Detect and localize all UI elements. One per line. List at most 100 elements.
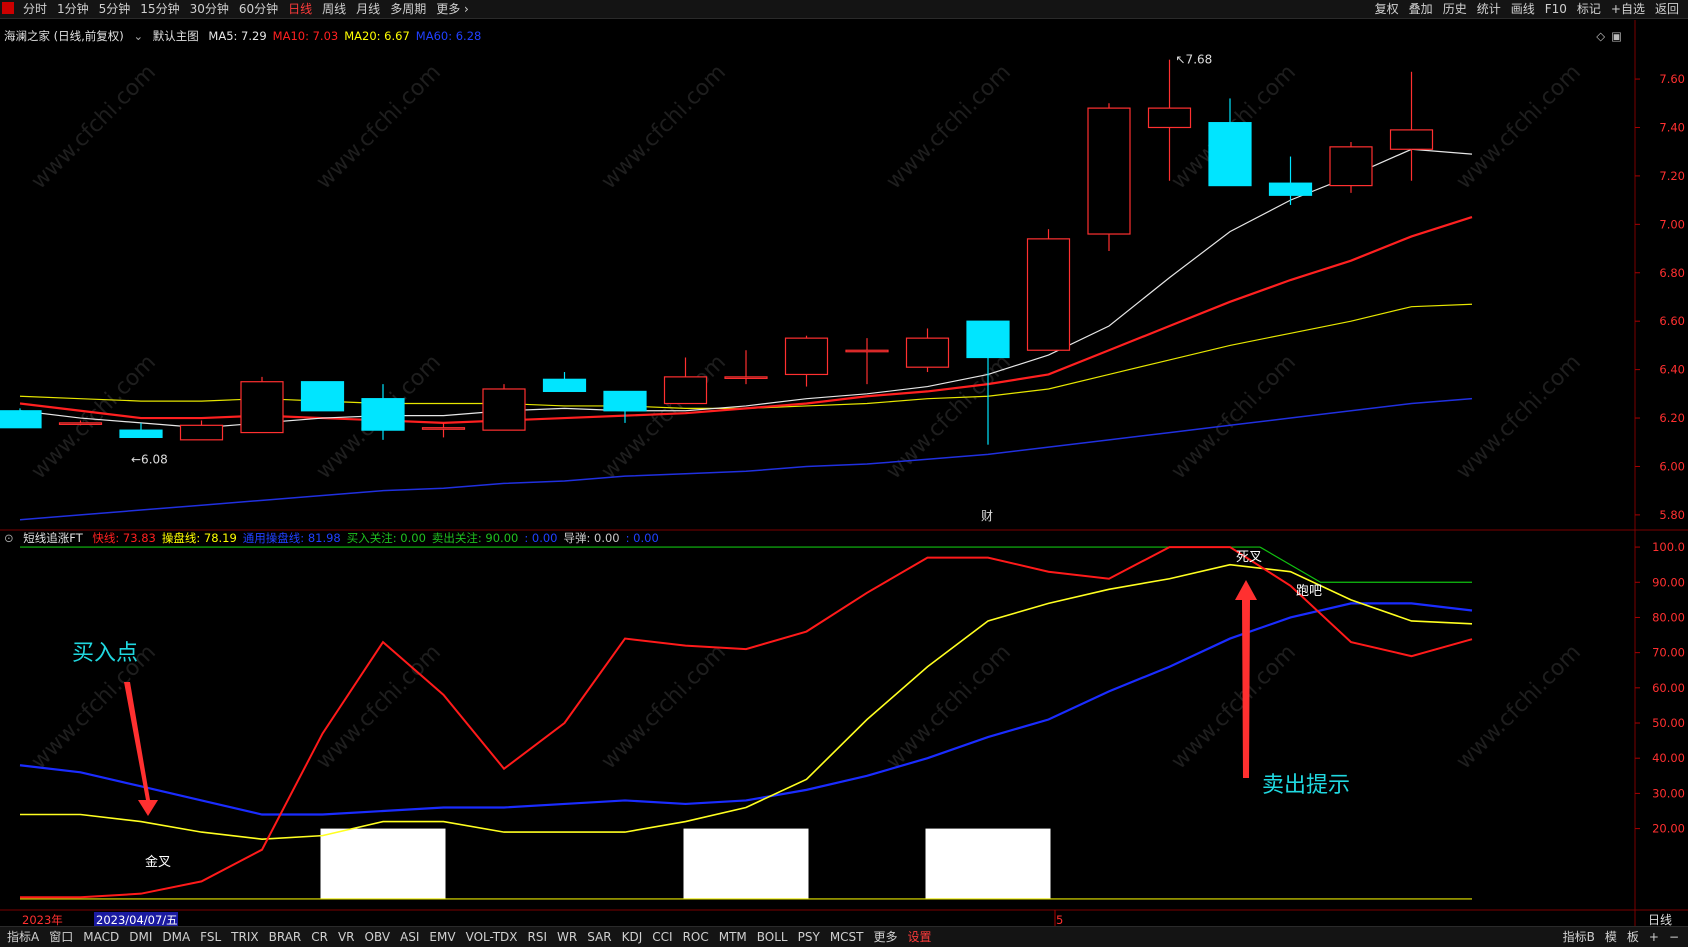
ma-lines: [19, 148, 1473, 521]
bottom-right-tab-3[interactable]: +: [1644, 928, 1664, 946]
candle[interactable]: [240, 376, 284, 434]
candles: [0, 59, 1434, 445]
candle[interactable]: [603, 390, 647, 423]
signal-block: [683, 828, 809, 899]
indicator-tab-18[interactable]: ROC: [678, 928, 714, 946]
price-tick-label: 5.80: [1659, 508, 1685, 522]
period-label: 日线: [1648, 913, 1672, 927]
indicator-tab-21[interactable]: PSY: [793, 928, 825, 946]
price-tick-label: 6.20: [1659, 411, 1685, 425]
indicator-tab-13[interactable]: RSI: [523, 928, 553, 946]
indicator-a-tab[interactable]: 指标A: [2, 928, 44, 946]
candle[interactable]: [1389, 71, 1434, 181]
candle[interactable]: [542, 372, 587, 393]
watermark-text: www.cfchi.com: [1452, 60, 1586, 194]
candle[interactable]: [1329, 142, 1373, 193]
indicator-tab-11[interactable]: EMV: [424, 928, 460, 946]
bottom-right-tab-4[interactable]: −: [1664, 928, 1684, 946]
month-label: 5: [1056, 913, 1063, 927]
general-trade-line: [19, 602, 1473, 816]
year-label: 2023年: [22, 913, 63, 927]
indicator-tab-7[interactable]: CR: [306, 928, 333, 946]
candle-body: [0, 410, 42, 429]
candle[interactable]: [119, 422, 163, 439]
indicator-tick-label: 100.0: [1652, 540, 1685, 554]
cursor-date-label: 2023/04/07/五: [96, 913, 178, 927]
candle[interactable]: [179, 420, 224, 441]
watermark-text: www.cfchi.com: [1452, 640, 1586, 774]
watermark-text: www.cfchi.com: [1452, 350, 1586, 484]
bottom-right-tab-1[interactable]: 模: [1600, 928, 1622, 946]
indicator-tick-label: 60.00: [1652, 681, 1685, 695]
candle-body: [966, 320, 1010, 359]
candle[interactable]: [1026, 229, 1071, 351]
candle[interactable]: [724, 350, 768, 385]
candle[interactable]: [1268, 156, 1313, 205]
candle[interactable]: [482, 384, 526, 431]
candle-body: [179, 424, 224, 441]
indicator-tab-20[interactable]: BOLL: [752, 928, 793, 946]
indicator-tab-8[interactable]: VR: [333, 928, 360, 946]
indicator-tab-10[interactable]: ASI: [395, 928, 424, 946]
signal-block: [320, 828, 446, 899]
death-cross-label: 死叉: [1236, 550, 1262, 565]
indicator-tab-12[interactable]: VOL-TDX: [461, 928, 523, 946]
bottom-toolbar: 指标A 窗口 MACD DMI DMA FSL TRIX BRAR CR VR OBV ASI EMV V…: [0, 926, 1688, 947]
indicator-tab-23[interactable]: 更多: [869, 928, 903, 946]
indicator-tab-1[interactable]: MACD: [78, 928, 124, 946]
buy-arrow-icon: [124, 682, 158, 816]
indicator-tab-5[interactable]: TRIX: [226, 928, 263, 946]
price-axis: 7.60 7.40 7.20 7.00 6.80 6.60 6.40 6.20 6.00 5.80: [1635, 72, 1685, 522]
price-tick-label: 6.80: [1659, 266, 1685, 280]
indicator-tab-2[interactable]: DMI: [124, 928, 157, 946]
indicator-tab-4[interactable]: FSL: [195, 928, 226, 946]
candle-body: [784, 337, 829, 376]
bottom-right-tab-2[interactable]: 板: [1622, 928, 1644, 946]
price-tick-label: 7.40: [1659, 120, 1685, 134]
candle[interactable]: [905, 328, 950, 373]
indicator-tab-9[interactable]: OBV: [360, 928, 396, 946]
watermark-text: www.cfchi.com: [597, 350, 731, 484]
indicator-tab-17[interactable]: CCI: [647, 928, 677, 946]
indicator-tab-15[interactable]: SAR: [582, 928, 616, 946]
indicator-tab-16[interactable]: KDJ: [617, 928, 648, 946]
finance-event-marker[interactable]: 财: [981, 509, 993, 523]
indicator-axis: 100.0 90.00 80.00 70.00 60.00 50.00 40.00 30.00…: [1635, 540, 1685, 836]
candle[interactable]: [300, 381, 345, 412]
chart-canvas[interactable]: www.cfchi.com www.cfchi.com www.cfchi.com w…: [0, 0, 1688, 946]
indicator-tick-label: 30.00: [1652, 786, 1685, 800]
candle[interactable]: [845, 338, 889, 385]
candle-body: [724, 376, 768, 379]
indicator-tick-label: 20.00: [1652, 822, 1685, 836]
price-tick-label: 7.00: [1659, 217, 1685, 231]
watermark-text: www.cfchi.com: [882, 640, 1016, 774]
candle[interactable]: [421, 422, 466, 438]
indicator-tab-19[interactable]: MTM: [714, 928, 752, 946]
indicator-tab-22[interactable]: MCST: [825, 928, 869, 946]
candle[interactable]: [1087, 103, 1131, 251]
indicator-tick-label: 70.00: [1652, 646, 1685, 660]
candle-body: [1389, 129, 1434, 150]
indicator-tick-label: 90.00: [1652, 575, 1685, 589]
high-price-label: ↖7.68: [1176, 53, 1213, 67]
candle-body: [58, 422, 103, 425]
candle[interactable]: [0, 408, 42, 429]
watermark-text: www.cfchi.com: [312, 60, 446, 194]
indicator-tab-14[interactable]: WR: [552, 928, 582, 946]
golden-cross-label: 金叉: [145, 854, 171, 870]
indicator-tab-3[interactable]: DMA: [157, 928, 195, 946]
candle-body: [1026, 238, 1071, 351]
bottom-right-tab-0[interactable]: 指标B: [1558, 928, 1600, 946]
indicator-tab-24[interactable]: 设置: [903, 928, 937, 946]
sell-hint-label: 卖出提示: [1262, 773, 1350, 798]
candle-body: [300, 381, 345, 412]
indicator-tick-label: 80.00: [1652, 610, 1685, 624]
candle-body: [482, 388, 526, 431]
indicator-tab-0[interactable]: 窗口: [44, 928, 78, 946]
candle-body: [1087, 107, 1131, 235]
price-tick-label: 7.60: [1659, 72, 1685, 86]
indicator-tab-6[interactable]: BRAR: [264, 928, 307, 946]
sell-watch-line: [1259, 546, 1472, 583]
price-tick-label: 6.40: [1659, 363, 1685, 377]
candle[interactable]: [784, 335, 829, 387]
